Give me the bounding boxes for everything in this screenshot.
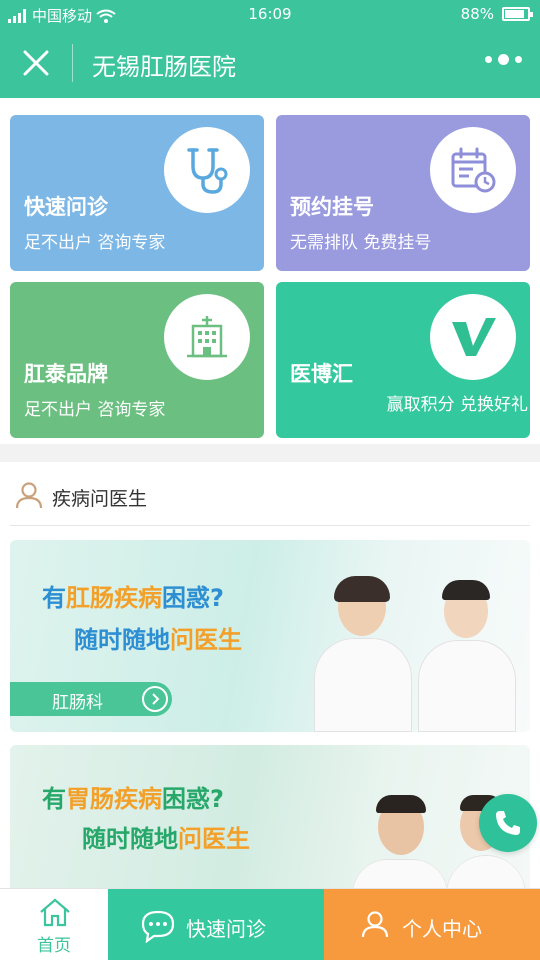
- banner-text: 随时随地: [74, 626, 170, 654]
- tab-label: 个人中心: [402, 917, 482, 941]
- dept-colorectal-tag[interactable]: 肛肠科: [10, 682, 172, 716]
- more-dot-icon: [515, 56, 522, 63]
- ask-doctor-section: 疾病问医生 有肛肠疾病困惑? 随时随地问医生 肛肠科 有胃肠疾病困惑? 随时随地…: [0, 462, 540, 895]
- banner-text: 随时随地: [82, 825, 178, 853]
- person-outline-icon: [14, 480, 44, 514]
- battery-icon: [502, 7, 533, 21]
- v-logo-icon: [430, 294, 516, 380]
- doctor-photo: [414, 580, 520, 732]
- battery-percent: 88%: [460, 5, 494, 23]
- calendar-clock-icon: [430, 127, 516, 213]
- yibohui-card[interactable]: 医博汇 赢取积分 兑换好礼: [276, 282, 530, 438]
- card-title: 快速问诊: [24, 195, 108, 219]
- card-title: 预约挂号: [290, 195, 374, 219]
- colorectal-banner[interactable]: 有肛肠疾病困惑? 随时随地问医生 肛肠科: [10, 540, 530, 732]
- status-bar: 中国移动 16:09 88%: [0, 0, 540, 28]
- brand-card[interactable]: 肛泰品牌 足不出户 咨询专家: [10, 282, 264, 438]
- banner-subline: 随时随地问医生: [74, 620, 242, 655]
- more-dot-icon: [498, 54, 509, 65]
- gastro-banner[interactable]: 有胃肠疾病困惑? 随时随地问医生: [10, 745, 530, 895]
- banner-text: 问医生: [170, 626, 242, 654]
- hospital-building-icon: [164, 294, 250, 380]
- card-title: 医博汇: [290, 362, 353, 386]
- banner-subline: 随时随地问医生: [82, 819, 250, 854]
- user-icon: [360, 909, 390, 943]
- doctor-photo: [350, 789, 450, 895]
- page-title: 无锡肛肠医院: [92, 53, 236, 81]
- banner-text: 胃肠疾病: [66, 785, 162, 813]
- nav-bar: 无锡肛肠医院: [0, 28, 540, 98]
- banner-headline: 有肛肠疾病困惑?: [42, 578, 224, 613]
- bottom-tab-bar: 首页 快速问诊 个人中心: [0, 888, 540, 960]
- card-subtitle: 无需排队 免费挂号: [290, 233, 432, 253]
- battery-fill: [505, 10, 524, 18]
- appointment-card[interactable]: 预约挂号 无需排队 免费挂号: [276, 115, 530, 271]
- tab-home[interactable]: 首页: [0, 889, 108, 960]
- banner-text: 有: [42, 785, 66, 813]
- section-header: 疾病问医生: [10, 462, 530, 526]
- call-button[interactable]: [479, 794, 537, 852]
- function-grid: 快速问诊 足不出户 咨询专家 预约挂号 无需排队 免费挂号 肛泰品牌 足不出户 …: [0, 98, 540, 444]
- status-time: 16:09: [248, 5, 292, 23]
- card-subtitle: 赢取积分 兑换好礼: [386, 395, 528, 415]
- status-right: 88%: [460, 5, 533, 23]
- chat-bubble-icon: [140, 909, 176, 947]
- phone-icon: [496, 811, 520, 835]
- banner-headline: 有胃肠疾病困惑?: [42, 779, 224, 814]
- chevron-right-icon: [142, 686, 168, 712]
- card-subtitle: 足不出户 咨询专家: [24, 400, 166, 420]
- more-dot-icon: [485, 56, 492, 63]
- tab-profile[interactable]: 个人中心: [324, 889, 540, 960]
- quick-consult-card[interactable]: 快速问诊 足不出户 咨询专家: [10, 115, 264, 271]
- tab-label: 快速问诊: [186, 917, 266, 941]
- close-button[interactable]: [16, 45, 56, 81]
- stethoscope-icon: [164, 127, 250, 213]
- card-title: 肛泰品牌: [24, 362, 108, 386]
- card-subtitle: 足不出户 咨询专家: [24, 233, 166, 253]
- tab-label: 首页: [37, 936, 71, 956]
- tab-quick-consult[interactable]: 快速问诊: [108, 889, 324, 960]
- banner-text: 问医生: [178, 825, 250, 853]
- nav-divider: [72, 44, 73, 82]
- banner-text: 困惑?: [162, 584, 224, 612]
- dept-label: 肛肠科: [52, 693, 103, 713]
- banner-text: 肛肠疾病: [66, 584, 162, 612]
- home-icon: [38, 897, 72, 931]
- banner-text: 困惑?: [162, 785, 224, 813]
- more-menu-button[interactable]: [485, 54, 522, 65]
- doctor-photo: [308, 576, 418, 732]
- section-title: 疾病问医生: [52, 488, 148, 510]
- close-icon: [23, 50, 49, 76]
- banner-text: 有: [42, 584, 66, 612]
